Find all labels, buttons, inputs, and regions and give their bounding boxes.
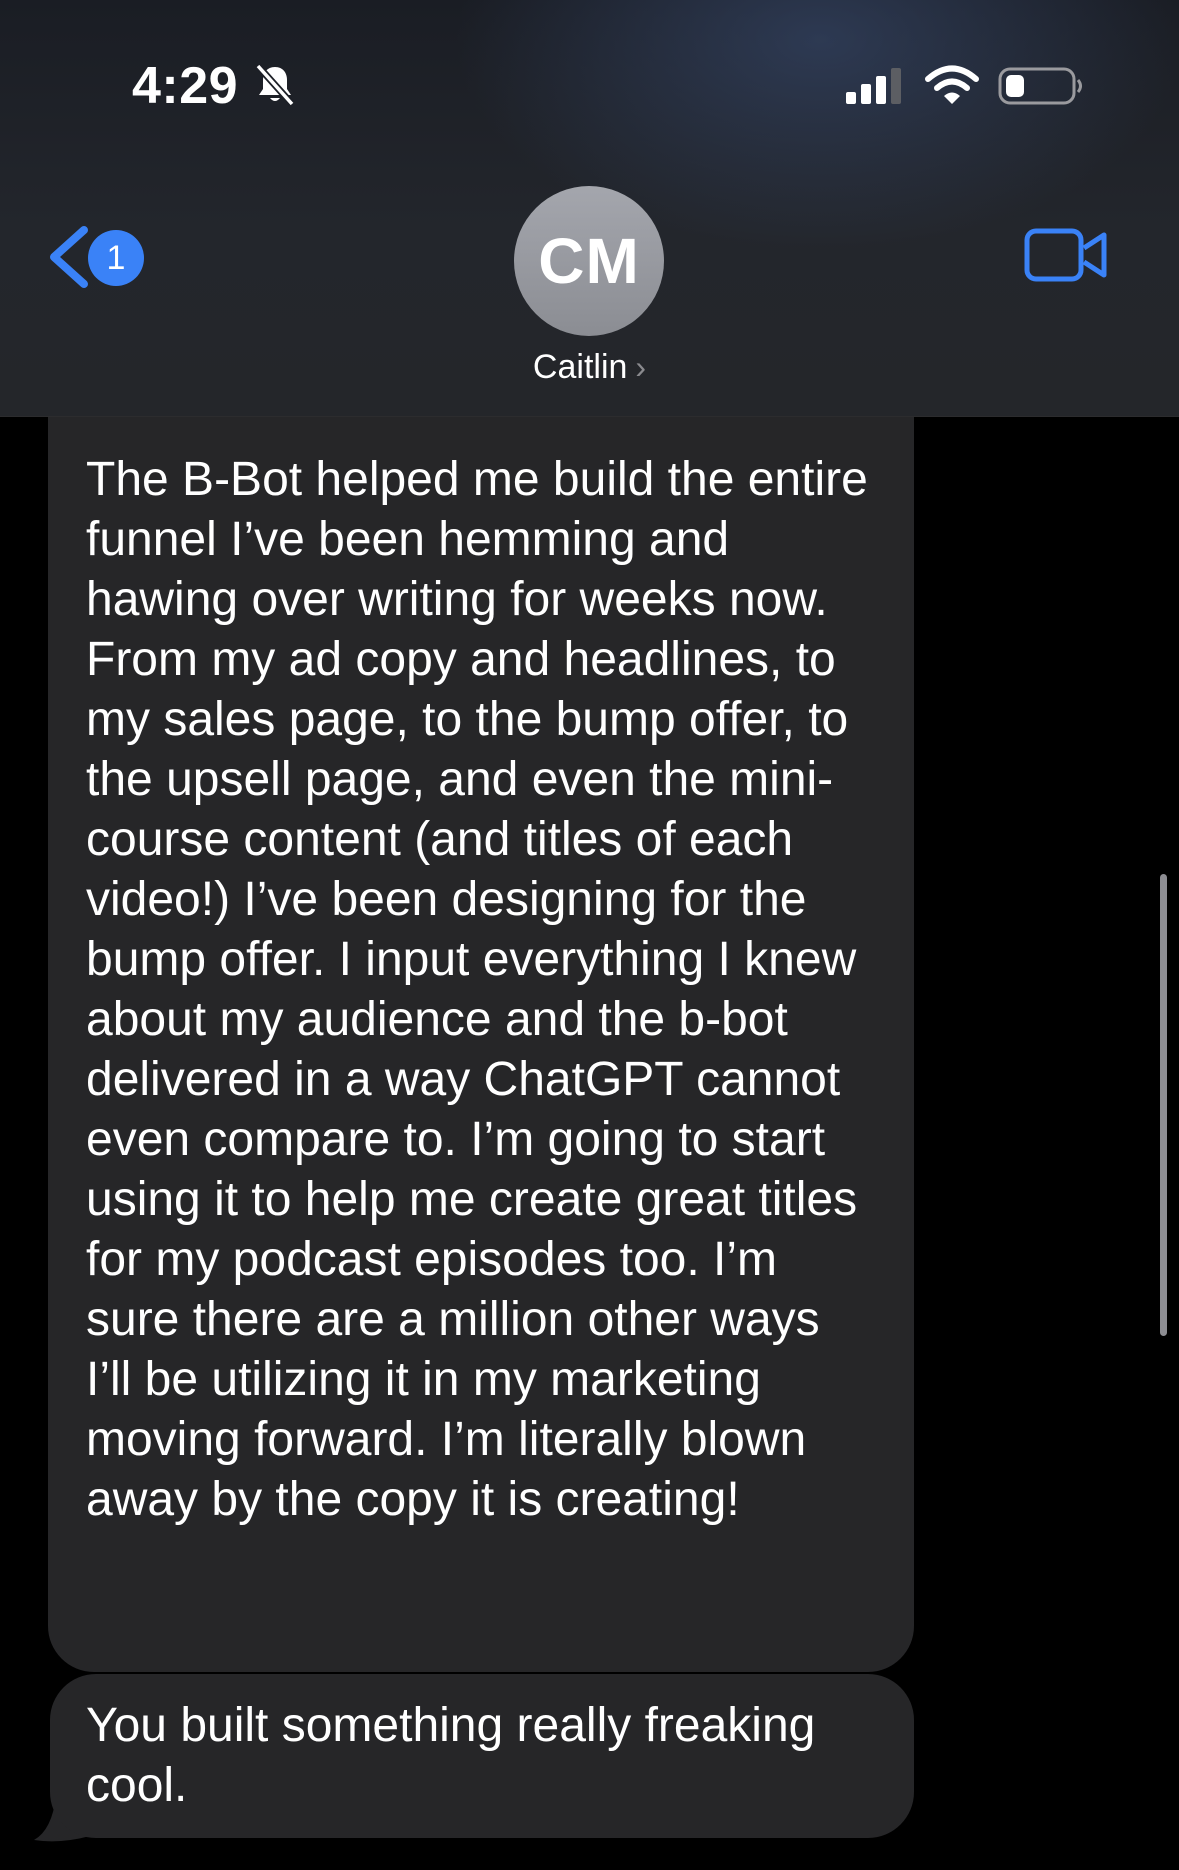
message-bubble-received[interactable]: You built something really freaking cool… [50,1674,914,1838]
contact-name-row[interactable]: Caitlin › [0,348,1179,387]
back-button[interactable]: 1 [44,220,154,292]
message-bubble-received[interactable]: The B-Bot helped me build the entire fun… [48,360,914,1672]
scrollbar[interactable] [1160,874,1167,1336]
wifi-icon [925,65,979,104]
chevron-left-icon [50,226,88,288]
contact-avatar[interactable]: CM [514,186,664,336]
message-text: You built something really freaking cool… [86,1699,816,1812]
cellular-signal-icon [846,68,901,104]
contact-name: Caitlin [532,348,628,386]
status-time: 4:29 [132,57,239,115]
message-text: The B-Bot helped me build the entire fun… [86,453,868,1526]
chevron-right-icon: › [635,349,647,385]
battery-low-icon [998,67,1082,105]
video-camera-icon[interactable] [1024,226,1108,284]
bell-slash-icon [255,63,295,107]
unread-count-badge: 1 [88,230,144,286]
conversation-header: 4:29 1 CM Caitlin › [0,0,1179,417]
